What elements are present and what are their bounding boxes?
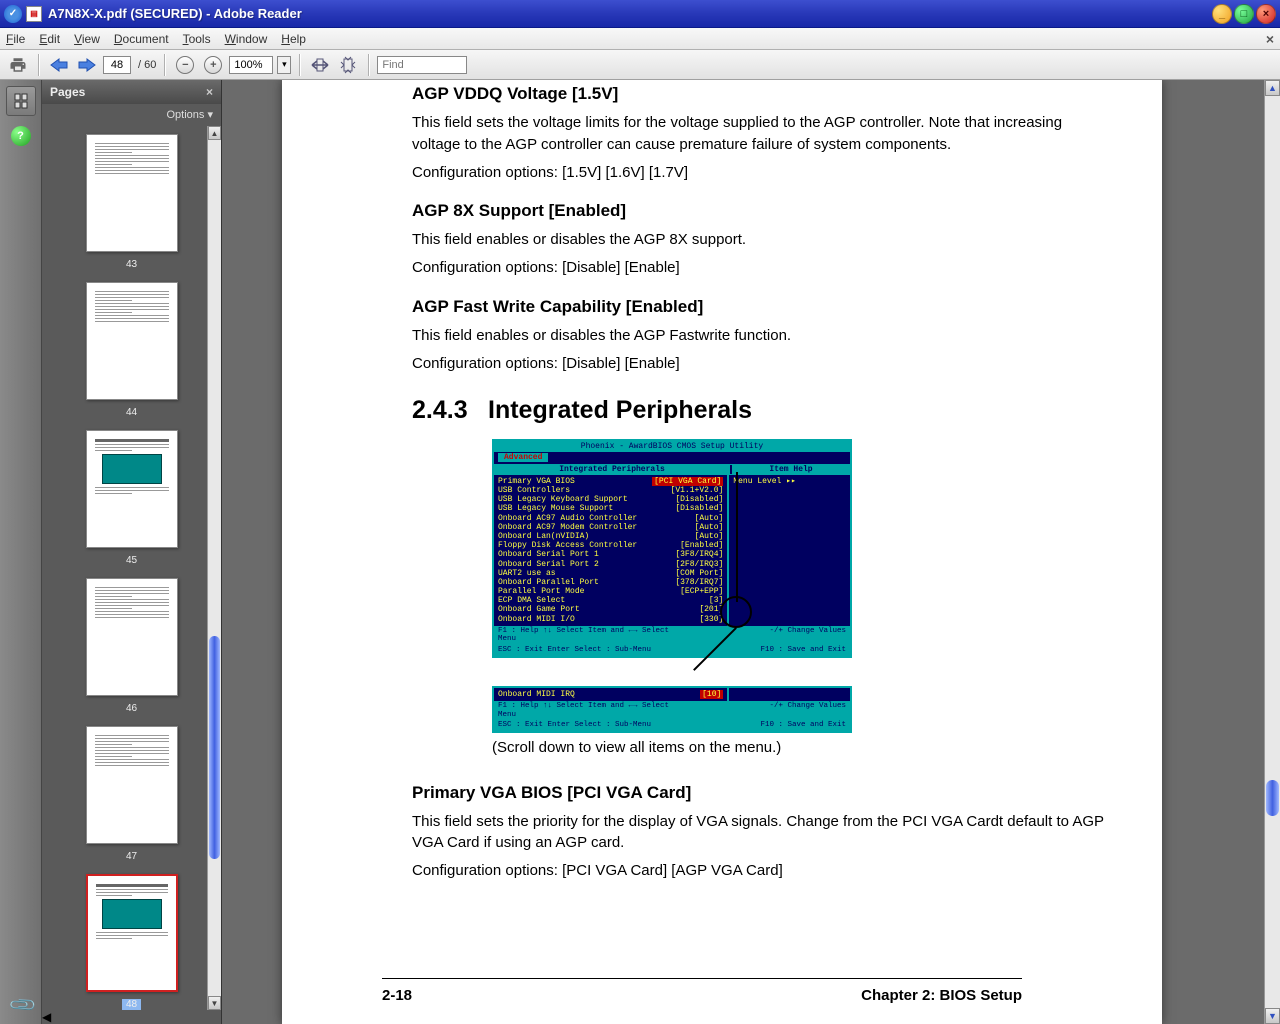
heading-agp-vddq: AGP VDDQ Voltage [1.5V] <box>412 84 1112 104</box>
window-titlebar: ✓ ▤ A7N8X-X.pdf (SECURED) - Adobe Reader… <box>0 0 1280 28</box>
arrow-left-icon <box>49 57 69 73</box>
body-text: This field sets the priority for the dis… <box>412 811 1112 855</box>
thumbnails-icon <box>13 93 29 109</box>
menu-view[interactable]: View <box>74 32 100 46</box>
doc-vertical-scrollbar[interactable]: ▲ ▼ <box>1264 80 1280 1024</box>
document-view: AGP VDDQ Voltage [1.5V] This field sets … <box>222 80 1280 1024</box>
page-canvas: AGP VDDQ Voltage [1.5V] This field sets … <box>282 80 1162 1024</box>
footer-page-number: 2-18 <box>382 987 412 1004</box>
thumbnail-page-47[interactable]: 47 <box>56 726 207 862</box>
figure-caption: (Scroll down to view all items on the me… <box>492 737 1112 759</box>
heading-primary-vga: Primary VGA BIOS [PCI VGA Card] <box>412 783 1112 803</box>
plus-icon: + <box>204 56 222 74</box>
menu-window[interactable]: Window <box>225 32 268 46</box>
zoom-out-button[interactable]: − <box>173 53 197 77</box>
thumbs-horizontal-scrollbar[interactable]: ◀▶ <box>42 1010 221 1024</box>
attachment-icon[interactable]: 📎 <box>8 990 39 1021</box>
menu-help[interactable]: Help <box>281 32 306 46</box>
thumbnail-page-43[interactable]: 43 <box>56 134 207 270</box>
body-text: Configuration options: [Disable] [Enable… <box>412 257 1112 279</box>
body-text: This field sets the voltage limits for t… <box>412 112 1112 156</box>
zoom-input[interactable] <box>229 56 273 74</box>
scroll-handle[interactable] <box>209 636 220 859</box>
scroll-left-button[interactable]: ◀ <box>42 1010 221 1024</box>
body-text: Configuration options: [PCI VGA Card] [A… <box>412 860 1112 882</box>
help-button[interactable]: ? <box>11 126 31 146</box>
nav-strip: ? 📎 <box>0 80 42 1024</box>
printer-icon <box>9 56 27 74</box>
fit-page-button[interactable] <box>336 53 360 77</box>
callout-line <box>736 472 738 602</box>
body-text: This field enables or disables the AGP 8… <box>412 229 1112 251</box>
bios-tab: Advanced <box>498 453 548 462</box>
bios-title: Phoenix - AwardBIOS CMOS Setup Utility <box>494 441 850 452</box>
body-text: Configuration options: [Disable] [Enable… <box>412 353 1112 375</box>
app-logo-icon: ✓ <box>4 5 22 23</box>
thumbnail-page-46[interactable]: 46 <box>56 578 207 714</box>
find-input[interactable] <box>377 56 467 74</box>
minus-icon: − <box>176 56 194 74</box>
bios-screenshot: Phoenix - AwardBIOS CMOS Setup Utility A… <box>492 439 852 733</box>
thumbnails-list: 434445464748 ▲ ▼ <box>42 126 221 1010</box>
scroll-handle[interactable] <box>1266 780 1279 816</box>
body-text: This field enables or disables the AGP F… <box>412 325 1112 347</box>
zoom-dropdown-button[interactable]: ▾ <box>277 56 291 74</box>
maximize-button[interactable]: □ <box>1234 4 1254 24</box>
pages-panel: Pages × Options ▾ 434445464748 ▲ ▼ ◀▶ <box>42 80 222 1024</box>
pages-panel-header: Pages × <box>42 80 221 104</box>
page-count-label: / 60 <box>138 59 156 71</box>
next-page-button[interactable] <box>75 53 99 77</box>
page-number-input[interactable] <box>103 56 131 74</box>
menu-file[interactable]: File <box>6 32 25 46</box>
scroll-up-button[interactable]: ▲ <box>208 126 221 140</box>
body-text: Configuration options: [1.5V] [1.6V] [1.… <box>412 162 1112 184</box>
scroll-down-button[interactable]: ▼ <box>208 996 221 1010</box>
thumbnail-page-44[interactable]: 44 <box>56 282 207 418</box>
menu-document[interactable]: Document <box>114 32 169 46</box>
menu-bar: File Edit View Document Tools Window Hel… <box>0 28 1280 50</box>
pages-panel-title: Pages <box>50 85 85 99</box>
window-title: A7N8X-X.pdf (SECURED) - Adobe Reader <box>48 6 1212 21</box>
heading-agp-8x: AGP 8X Support [Enabled] <box>412 201 1112 221</box>
minimize-button[interactable]: _ <box>1212 4 1232 24</box>
section-heading: 2.4.3Integrated Peripherals <box>412 396 1112 425</box>
arrow-right-icon <box>77 57 97 73</box>
scroll-up-button[interactable]: ▲ <box>1265 80 1280 96</box>
fit-page-icon <box>339 56 357 74</box>
scroll-down-button[interactable]: ▼ <box>1265 1008 1280 1024</box>
thumbnail-page-45[interactable]: 45 <box>56 430 207 566</box>
menu-edit[interactable]: Edit <box>39 32 60 46</box>
menu-tools[interactable]: Tools <box>183 32 211 46</box>
pdf-icon: ▤ <box>26 6 42 22</box>
toolbar: / 60 − + ▾ <box>0 50 1280 80</box>
pages-panel-close-button[interactable]: × <box>206 85 213 99</box>
print-button[interactable] <box>6 53 30 77</box>
close-button[interactable]: × <box>1256 4 1276 24</box>
fit-width-icon <box>311 57 329 73</box>
footer-chapter: Chapter 2: BIOS Setup <box>861 987 1022 1004</box>
thumbnail-page-48[interactable]: 48 <box>56 874 207 1010</box>
heading-agp-fastwrite: AGP Fast Write Capability [Enabled] <box>412 297 1112 317</box>
mdi-close-button[interactable]: × <box>1266 31 1274 47</box>
zoom-in-button[interactable]: + <box>201 53 225 77</box>
callout-circle <box>720 596 752 628</box>
pages-tab-button[interactable] <box>6 86 36 116</box>
pages-options-button[interactable]: Options ▾ <box>42 104 221 126</box>
fit-width-button[interactable] <box>308 53 332 77</box>
prev-page-button[interactable] <box>47 53 71 77</box>
thumbs-vertical-scrollbar[interactable]: ▲ ▼ <box>207 126 221 1010</box>
page-footer: 2-18 Chapter 2: BIOS Setup <box>382 978 1022 1004</box>
